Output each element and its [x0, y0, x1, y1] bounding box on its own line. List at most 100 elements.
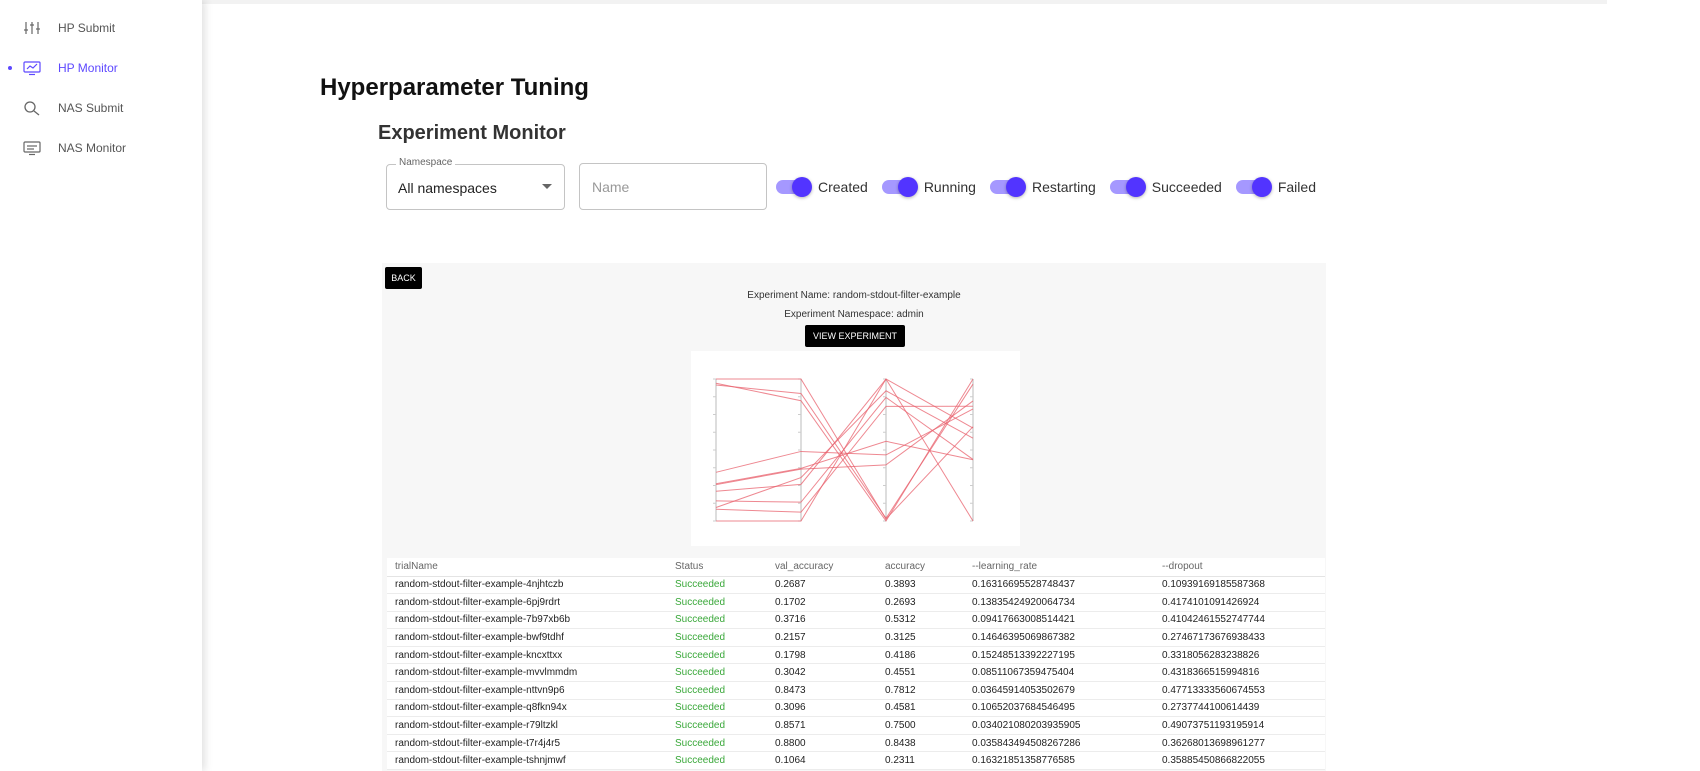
table-row[interactable]: random-stdout-filter-example-q8fkn94x Suc…	[387, 699, 1325, 718]
page-title: Hyperparameter Tuning	[320, 74, 589, 101]
accuracy-cell: 0.3125	[877, 628, 964, 647]
dropout-cell: 0.2737744100614439	[1154, 699, 1325, 718]
toggle-running[interactable]: Running	[881, 177, 976, 197]
parallel-coordinates-chart	[691, 351, 1020, 546]
toggle-created[interactable]: Created	[776, 177, 868, 197]
trial-name-cell: random-stdout-filter-example-4njhtczb	[387, 576, 667, 595]
learning-rate-cell: 0.15248513392227195	[964, 646, 1154, 665]
val-accuracy-cell: 0.8473	[767, 681, 877, 700]
chevron-down-icon	[542, 184, 552, 189]
toggle-label: Running	[923, 179, 976, 195]
toggle-knob	[897, 177, 918, 197]
toggle-switch[interactable]	[989, 177, 1026, 197]
column-header[interactable]: val_accuracy	[767, 558, 877, 577]
column-header[interactable]: accuracy	[877, 558, 964, 577]
toggle-switch[interactable]	[881, 177, 918, 197]
sidebar-item-hp-submit[interactable]: HP Submit	[0, 8, 202, 48]
trial-name-cell: random-stdout-filter-example-bwf9tdhf	[387, 628, 667, 647]
trial-name-cell: random-stdout-filter-example-q8fkn94x	[387, 699, 667, 718]
sidebar-item-nas-monitor[interactable]: NAS Monitor	[0, 128, 202, 168]
val-accuracy-cell: 0.2687	[767, 576, 877, 595]
sidebar-item-label: HP Submit	[58, 21, 116, 35]
status-cell: Succeeded	[667, 593, 767, 612]
learning-rate-cell: 0.16321851358776585	[964, 751, 1154, 771]
table-row[interactable]: random-stdout-filter-example-t7r4j4r5 Suc…	[387, 734, 1325, 753]
val-accuracy-cell: 0.3042	[767, 663, 877, 683]
search-icon	[22, 98, 42, 118]
accuracy-cell: 0.2311	[877, 751, 964, 771]
learning-rate-cell: 0.03645914053502679	[964, 681, 1154, 700]
status-cell: Succeeded	[667, 734, 767, 753]
column-header[interactable]: --dropout	[1154, 558, 1325, 577]
toggle-switch[interactable]	[776, 177, 812, 197]
trial-name-cell: random-stdout-filter-example-nttvn9p6	[387, 681, 667, 700]
toggle-switch[interactable]	[1109, 177, 1146, 197]
trial-name-cell: random-stdout-filter-example-t7r4j4r5	[387, 734, 667, 753]
name-filter-input[interactable]	[579, 163, 767, 210]
toggle-label: Failed	[1277, 179, 1316, 195]
back-button[interactable]: BACK	[385, 267, 422, 289]
table-row[interactable]: random-stdout-filter-example-6pj9rdrt Suc…	[387, 593, 1325, 612]
toggle-switch[interactable]	[1235, 177, 1272, 197]
table-row[interactable]: random-stdout-filter-example-kncxttxx Suc…	[387, 646, 1325, 665]
dropout-cell: 0.49073751193195914	[1154, 716, 1325, 735]
column-header[interactable]: trialName	[387, 558, 667, 577]
toggle-knob	[792, 177, 812, 197]
learning-rate-cell: 0.16316695528748437	[964, 576, 1154, 595]
dropout-cell: 0.10939169185587368	[1154, 576, 1325, 595]
view-experiment-button[interactable]: VIEW EXPERIMENT	[805, 325, 905, 347]
accuracy-cell: 0.5312	[877, 611, 964, 630]
toggle-failed[interactable]: Failed	[1235, 177, 1316, 197]
table-row[interactable]: random-stdout-filter-example-r79ltzkl Suc…	[387, 716, 1325, 735]
sidebar-item-nas-submit[interactable]: NAS Submit	[0, 88, 202, 128]
status-cell: Succeeded	[667, 628, 767, 647]
experiment-name: Experiment Name: random-stdout-filter-ex…	[747, 290, 961, 301]
trial-name-cell: random-stdout-filter-example-r79ltzkl	[387, 716, 667, 735]
dropout-cell: 0.27467173676938433	[1154, 628, 1325, 647]
learning-rate-cell: 0.035843494508267286	[964, 734, 1154, 753]
parallel-coordinates-svg	[713, 378, 974, 522]
status-cell: Succeeded	[667, 646, 767, 665]
val-accuracy-cell: 0.8571	[767, 716, 877, 735]
status-cell: Succeeded	[667, 716, 767, 735]
accuracy-cell: 0.4186	[877, 646, 964, 665]
toggle-label: Restarting	[1031, 179, 1096, 195]
trial-line[interactable]	[715, 405, 974, 513]
trials-table: trialName Status val_accuracy accuracy -…	[387, 558, 1325, 771]
status-cell: Succeeded	[667, 663, 767, 683]
top-bar	[202, 0, 1607, 4]
column-header[interactable]: --learning_rate	[964, 558, 1154, 577]
trial-name-cell: random-stdout-filter-example-6pj9rdrt	[387, 593, 667, 612]
table-row[interactable]: random-stdout-filter-example-4njhtczb Suc…	[387, 576, 1325, 595]
table-row[interactable]: random-stdout-filter-example-mvvlmmdm Suc…	[387, 663, 1325, 683]
table-row[interactable]: random-stdout-filter-example-tshnjmwf Suc…	[387, 751, 1325, 771]
accuracy-cell: 0.4581	[877, 699, 964, 718]
sidebar-item-hp-monitor[interactable]: HP Monitor	[0, 48, 202, 88]
status-cell: Succeeded	[667, 751, 767, 771]
section-title: Experiment Monitor	[378, 122, 566, 144]
status-cell: Succeeded	[667, 611, 767, 630]
accuracy-cell: 0.4551	[877, 663, 964, 683]
toggle-label: Succeeded	[1151, 179, 1222, 195]
status-cell: Succeeded	[667, 576, 767, 595]
val-accuracy-cell: 0.3716	[767, 611, 877, 630]
dropout-cell: 0.47713333560674553	[1154, 681, 1325, 700]
trial-name-cell: random-stdout-filter-example-tshnjmwf	[387, 751, 667, 771]
dropout-cell: 0.41042461552747744	[1154, 611, 1325, 630]
column-header[interactable]: Status	[667, 558, 767, 577]
accuracy-cell: 0.3893	[877, 576, 964, 595]
sidebar-item-label: HP Monitor	[58, 61, 118, 75]
namespace-select[interactable]: Namespace All namespaces	[386, 157, 565, 210]
table-row[interactable]: random-stdout-filter-example-7b97xb6b Suc…	[387, 611, 1325, 630]
toggle-restarting[interactable]: Restarting	[989, 177, 1096, 197]
toggle-succeeded[interactable]: Succeeded	[1109, 177, 1222, 197]
table-row[interactable]: random-stdout-filter-example-nttvn9p6 Suc…	[387, 681, 1325, 700]
dropout-cell: 0.36268013698961277	[1154, 734, 1325, 753]
trial-name-cell: random-stdout-filter-example-kncxttxx	[387, 646, 667, 665]
experiment-detail-panel: BACK Experiment Name: random-stdout-filt…	[382, 263, 1326, 771]
toggle-label: Created	[818, 179, 868, 195]
active-indicator	[8, 66, 12, 70]
dropout-cell: 0.3318056283238826	[1154, 646, 1325, 665]
table-row[interactable]: random-stdout-filter-example-bwf9tdhf Suc…	[387, 628, 1325, 647]
experiment-namespace: Experiment Namespace: admin	[784, 309, 924, 320]
